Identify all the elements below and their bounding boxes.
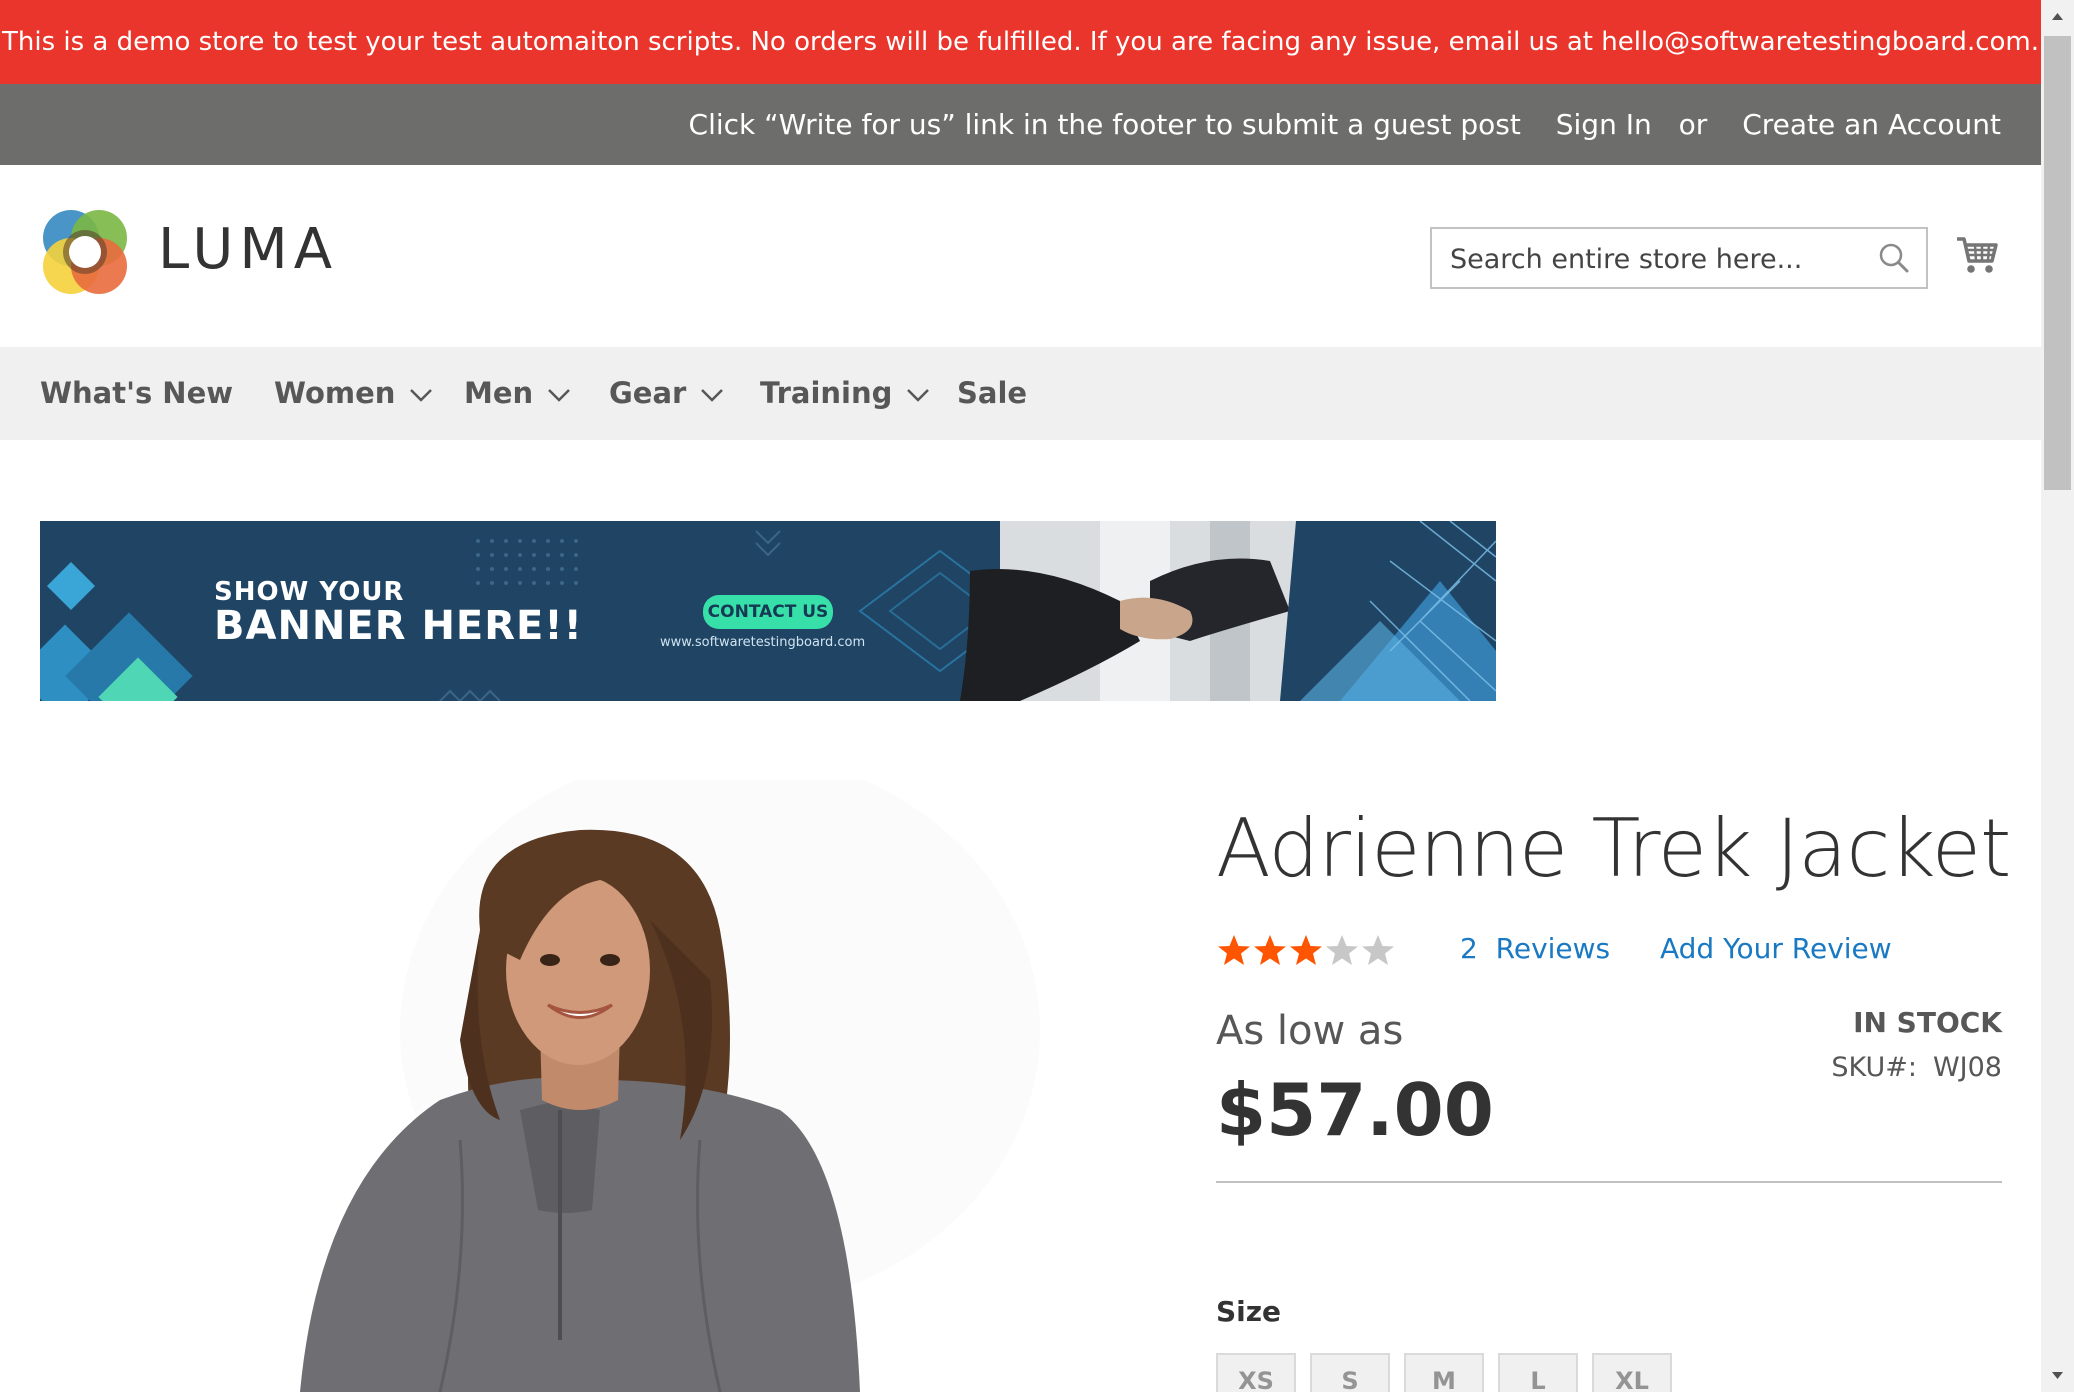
sku-value: WJ08 bbox=[1932, 1052, 2002, 1083]
reviews-count: 2 bbox=[1460, 932, 1478, 965]
header-links: Click “Write for us” link in the footer … bbox=[663, 84, 2001, 165]
sku: SKU#: WJ08 bbox=[1831, 1052, 2002, 1083]
product-title: Adrienne Trek Jacket bbox=[1216, 802, 2011, 895]
panel-header: Click “Write for us” link in the footer … bbox=[0, 84, 2041, 165]
search-input[interactable] bbox=[1432, 229, 1882, 289]
nav-item-men[interactable]: Men bbox=[464, 347, 571, 440]
search-box bbox=[1430, 227, 1928, 289]
size-option-s[interactable]: S bbox=[1310, 1353, 1390, 1392]
promo-banner[interactable]: SHOW YOUR BANNER HERE!! CONTACT US www.s… bbox=[40, 521, 1496, 701]
rating-stars bbox=[1218, 935, 1394, 965]
product-media[interactable] bbox=[0, 780, 1120, 1392]
chevron-down-icon bbox=[907, 389, 930, 402]
product-price: $57.00 bbox=[1216, 1068, 1494, 1152]
scroll-up-arrow-icon[interactable] bbox=[2041, 0, 2074, 33]
add-review-link[interactable]: Add Your Review bbox=[1660, 932, 1892, 965]
nav-item-sale[interactable]: Sale bbox=[957, 347, 1027, 440]
scroll-down-arrow-icon[interactable] bbox=[2041, 1359, 2074, 1392]
nav-item-label: Training bbox=[760, 376, 893, 410]
guest-post-text: Click “Write for us” link in the footer … bbox=[688, 108, 1521, 141]
demo-notice-text: This is a demo store to test your test a… bbox=[1, 27, 2039, 57]
size-option-m[interactable]: M bbox=[1404, 1353, 1484, 1392]
size-option-l[interactable]: L bbox=[1498, 1353, 1578, 1392]
stock-status: IN STOCK bbox=[1853, 1006, 2002, 1039]
chevron-down-icon bbox=[701, 389, 724, 402]
search-icon[interactable] bbox=[1878, 242, 1910, 274]
promo-url: www.softwaretestingboard.com bbox=[660, 635, 866, 650]
promo-contact-button[interactable]: CONTACT US bbox=[703, 595, 833, 629]
header-content: LUMA bbox=[0, 165, 2041, 347]
demo-notice: This is a demo store to test your test a… bbox=[0, 0, 2041, 84]
nav-item-label: Women bbox=[274, 376, 396, 410]
cart-icon[interactable] bbox=[1955, 233, 1999, 277]
main-nav: What's New Women Men Gear Training Sale bbox=[0, 347, 2041, 440]
product-image bbox=[300, 780, 1040, 1392]
or-text: or bbox=[1678, 108, 1708, 141]
nav-item-label: What's New bbox=[40, 376, 234, 410]
reviews-link[interactable]: 2 Reviews bbox=[1460, 932, 1610, 965]
nav-item-women[interactable]: Women bbox=[274, 347, 433, 440]
scrollbar-thumb[interactable] bbox=[2044, 36, 2071, 490]
nav-item-label: Men bbox=[464, 376, 534, 410]
nav-item-whats-new[interactable]: What's New bbox=[40, 347, 233, 440]
size-option-xs[interactable]: XS bbox=[1216, 1353, 1296, 1392]
scrollbar[interactable] bbox=[2041, 0, 2074, 1392]
logo-text: LUMA bbox=[158, 217, 339, 282]
nav-item-training[interactable]: Training bbox=[760, 347, 930, 440]
size-label: Size bbox=[1216, 1295, 1282, 1328]
logo[interactable]: LUMA bbox=[40, 207, 340, 297]
promo-line2: BANNER HERE!! bbox=[214, 603, 583, 649]
nav-item-label: Sale bbox=[957, 376, 1028, 410]
nav-item-gear[interactable]: Gear bbox=[609, 347, 724, 440]
create-account-link[interactable]: Create an Account bbox=[1742, 108, 2001, 141]
chevron-down-icon bbox=[548, 389, 571, 402]
luma-logo-icon bbox=[43, 210, 127, 294]
nav-item-label: Gear bbox=[609, 376, 687, 410]
page: This is a demo store to test your test a… bbox=[0, 0, 2041, 1392]
divider bbox=[1216, 1181, 2002, 1183]
size-option-xl[interactable]: XL bbox=[1592, 1353, 1672, 1392]
sku-label: SKU#: bbox=[1831, 1052, 1917, 1083]
reviews-label: Reviews bbox=[1495, 932, 1611, 965]
chevron-down-icon bbox=[410, 389, 433, 402]
price-prefix: As low as bbox=[1216, 1008, 1404, 1054]
star-icon bbox=[1218, 935, 1250, 965]
sign-in-link[interactable]: Sign In bbox=[1556, 108, 1652, 141]
